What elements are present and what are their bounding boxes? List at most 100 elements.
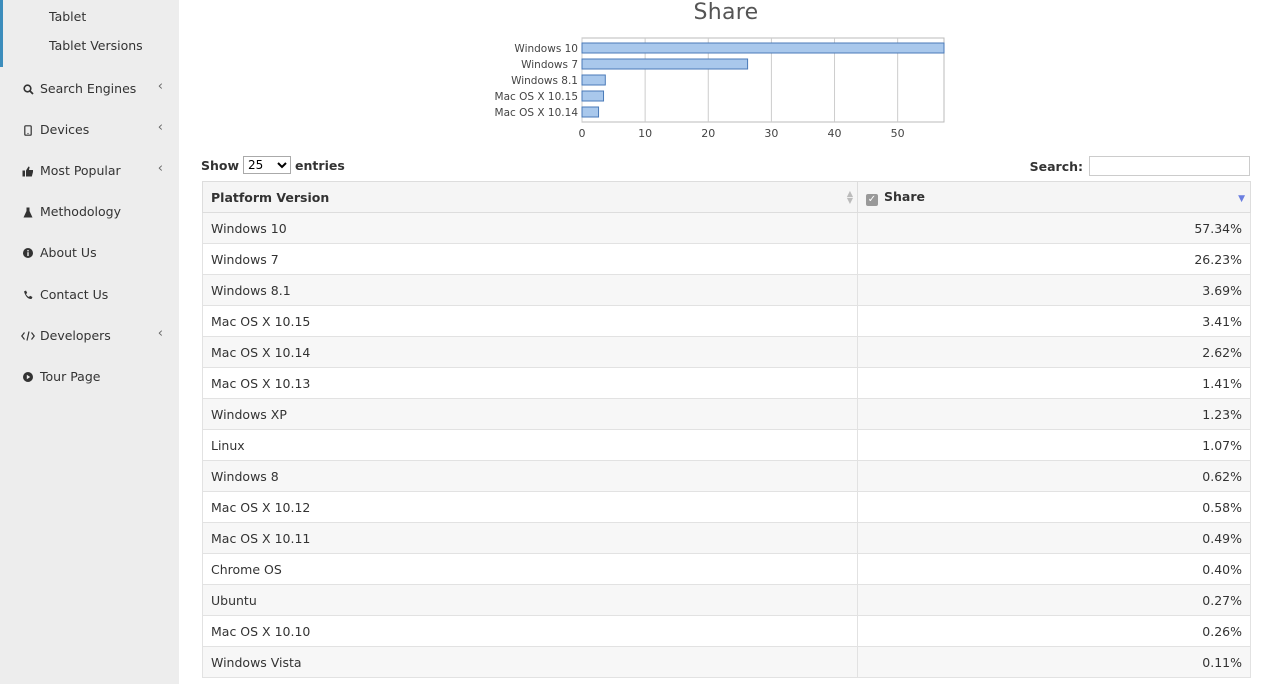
sidebar-item-methodology[interactable]: Methodology xyxy=(0,192,179,232)
sidebar-item-about-us[interactable]: About Us xyxy=(0,233,179,273)
bar xyxy=(581,106,600,118)
platform-version-cell: Windows 7 xyxy=(202,243,858,275)
platform-version-cell: Windows 10 xyxy=(202,212,858,244)
x-tick-label: 0 xyxy=(579,127,586,140)
table-row[interactable]: Ubuntu 0.27% xyxy=(202,584,1251,616)
y-tick-label: Mac OS X 10.14 xyxy=(495,107,579,119)
platform-version-cell: Windows 8.1 xyxy=(202,274,858,306)
table-row[interactable]: Chrome OS 0.40% xyxy=(202,553,1251,585)
table-row[interactable]: Windows 7 26.23% xyxy=(202,243,1251,275)
table-body: Windows 10 57.34% Windows 7 26.23% Windows 8… xyxy=(202,212,1251,678)
sidebar-item-label: About Us xyxy=(40,245,97,260)
sidebar: Tablet Tablet Versions Search Engines ‹ … xyxy=(0,0,179,684)
checkbox-icon[interactable]: ✓ xyxy=(866,193,878,206)
share-cell: 1.23% xyxy=(857,398,1251,430)
platform-version-cell: Mac OS X 10.14 xyxy=(202,336,858,368)
column-header-label: Share xyxy=(884,188,925,204)
table-row[interactable]: Mac OS X 10.10 0.26% xyxy=(202,615,1251,647)
share-cell: 0.27% xyxy=(857,584,1251,616)
search-icon xyxy=(21,69,35,109)
sidebar-item-contact-us[interactable]: Contact Us xyxy=(0,275,179,315)
bar xyxy=(581,74,606,86)
tablet-icon xyxy=(21,110,35,150)
table-row[interactable]: Mac OS X 10.11 0.49% xyxy=(202,522,1251,554)
sidebar-item-label: Developers xyxy=(40,328,111,343)
info-icon xyxy=(21,233,35,273)
y-tick-label: Windows 10 xyxy=(514,43,578,55)
y-tick-label: Windows 8.1 xyxy=(511,75,578,87)
platform-version-cell: Windows Vista xyxy=(202,646,858,678)
table-row[interactable]: Mac OS X 10.13 1.41% xyxy=(202,367,1251,399)
share-cell: 0.40% xyxy=(857,553,1251,585)
share-cell: 3.41% xyxy=(857,305,1251,337)
table-row[interactable]: Mac OS X 10.14 2.62% xyxy=(202,336,1251,368)
sidebar-subitem-tablet[interactable]: Tablet xyxy=(0,2,179,31)
platform-version-cell: Ubuntu xyxy=(202,584,858,616)
sidebar-item-label: Devices xyxy=(40,122,90,137)
sidebar-item-search-engines[interactable]: Search Engines ‹ xyxy=(0,69,179,109)
platform-version-cell: Windows XP xyxy=(202,398,858,430)
share-cell: 1.41% xyxy=(857,367,1251,399)
platform-version-cell: Linux xyxy=(202,429,858,461)
share-cell: 0.11% xyxy=(857,646,1251,678)
sidebar-subitem-tablet-versions[interactable]: Tablet Versions xyxy=(0,31,179,60)
sidebar-item-label: Methodology xyxy=(40,204,121,219)
platform-version-cell: Mac OS X 10.15 xyxy=(202,305,858,337)
share-chart: Share 0 10 20 30 40 50 Windows 10 Windows 7 Wind… xyxy=(440,0,1000,148)
x-tick-label: 30 xyxy=(764,127,778,140)
share-cell: 57.34% xyxy=(857,212,1251,244)
sidebar-item-label: Most Popular xyxy=(40,163,121,178)
platform-share-table: Platform Version ▲ ▼ ✓ Share ▼ Windows 10 5… xyxy=(202,181,1251,678)
column-header-platform-version[interactable]: Platform Version ▲ ▼ xyxy=(202,181,858,213)
share-cell: 0.26% xyxy=(857,615,1251,647)
table-row[interactable]: Windows 10 57.34% xyxy=(202,212,1251,244)
share-cell: 1.07% xyxy=(857,429,1251,461)
platform-version-cell: Chrome OS xyxy=(202,553,858,585)
bar xyxy=(581,90,605,102)
table-row[interactable]: Linux 1.07% xyxy=(202,429,1251,461)
platform-version-cell: Mac OS X 10.12 xyxy=(202,491,858,523)
search-control: Search: xyxy=(1030,155,1250,177)
platform-version-cell: Windows 8 xyxy=(202,460,858,492)
sidebar-item-developers[interactable]: Developers ‹ xyxy=(0,316,179,356)
phone-icon xyxy=(21,275,35,315)
platform-version-cell: Mac OS X 10.11 xyxy=(202,522,858,554)
sidebar-subitem-label: Tablet Versions xyxy=(49,38,143,53)
sidebar-subitem-label: Tablet xyxy=(49,9,87,24)
search-label: Search: xyxy=(1029,158,1083,174)
flask-icon xyxy=(21,192,35,232)
x-tick-label: 50 xyxy=(891,127,905,140)
x-tick-label: 10 xyxy=(638,127,652,140)
show-label: Show xyxy=(201,157,240,173)
x-tick-label: 40 xyxy=(828,127,842,140)
table-row[interactable]: Windows 8.1 3.69% xyxy=(202,274,1251,306)
y-tick-label: Windows 7 xyxy=(521,59,578,71)
chevron-left-icon: ‹ xyxy=(157,326,163,341)
table-row[interactable]: Windows Vista 0.11% xyxy=(202,646,1251,678)
table-header-row: Platform Version ▲ ▼ ✓ Share ▼ xyxy=(202,181,1251,213)
sidebar-item-label: Tour Page xyxy=(40,369,101,384)
share-bar-chart: 0 10 20 30 40 50 Windows 10 Windows 7 Windows 8.… xyxy=(495,37,945,140)
chevron-left-icon: ‹ xyxy=(157,120,163,135)
sidebar-item-most-popular[interactable]: Most Popular ‹ xyxy=(0,151,179,191)
bar xyxy=(581,42,945,54)
table-row[interactable]: Mac OS X 10.12 0.58% xyxy=(202,491,1251,523)
share-cell: 3.69% xyxy=(857,274,1251,306)
table-row[interactable]: Mac OS X 10.15 3.41% xyxy=(202,305,1251,337)
table-row[interactable]: Windows XP 1.23% xyxy=(202,398,1251,430)
page-size-select[interactable]: 102550100 xyxy=(243,156,292,174)
sort-both-icon: ▲ ▼ xyxy=(846,189,853,205)
table-row[interactable]: Windows 8 0.62% xyxy=(202,460,1251,492)
play-circle-icon xyxy=(21,357,35,397)
sidebar-item-tour-page[interactable]: Tour Page xyxy=(0,357,179,397)
sidebar-item-label: Search Engines xyxy=(40,81,137,96)
y-tick-label: Mac OS X 10.15 xyxy=(495,91,578,103)
entries-label: entries xyxy=(295,157,345,173)
code-icon xyxy=(21,316,35,356)
search-input[interactable] xyxy=(1089,156,1250,176)
share-cell: 2.62% xyxy=(857,336,1251,368)
column-header-share[interactable]: ✓ Share ▼ xyxy=(857,181,1251,213)
sidebar-item-devices[interactable]: Devices ‹ xyxy=(0,110,179,150)
sidebar-item-label: Contact Us xyxy=(40,287,109,302)
share-cell: 0.58% xyxy=(857,491,1251,523)
